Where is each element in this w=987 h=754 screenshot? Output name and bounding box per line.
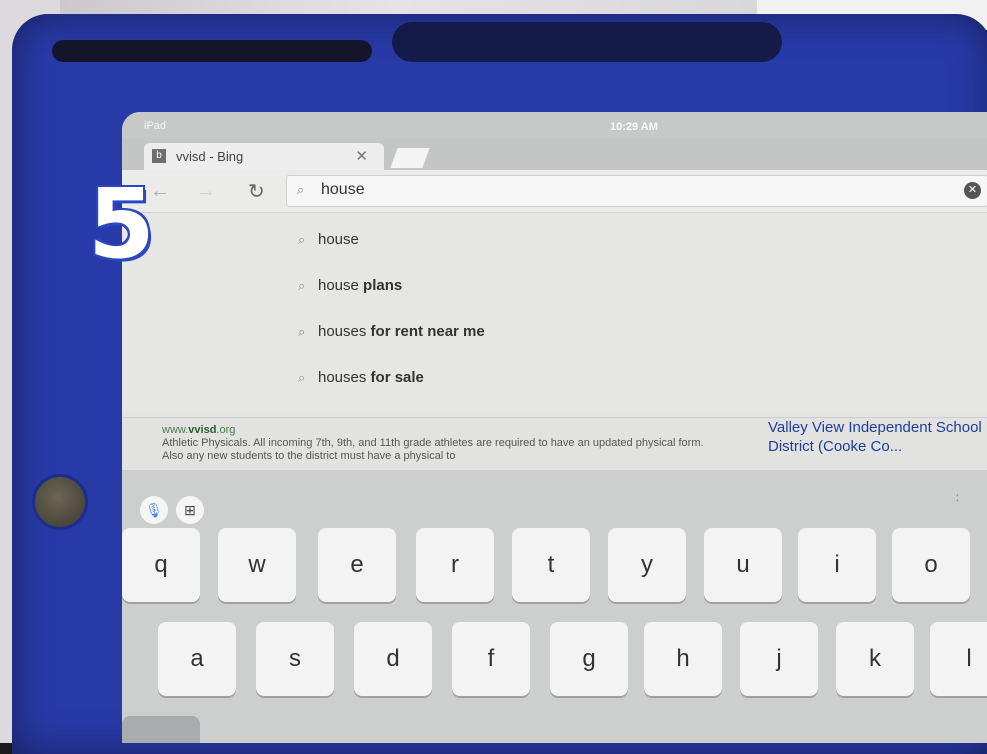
case-strap <box>392 22 782 62</box>
suggestion-bold-text: for rent near me <box>366 323 485 340</box>
search-icon: ⌕ <box>298 324 306 339</box>
key-j[interactable]: j <box>740 622 818 696</box>
suggestion-item[interactable]: ⌕ houses for rent near me <box>298 323 485 353</box>
suggestion-bold-text: for sale <box>366 369 424 386</box>
status-bar: iPad 10:29 AM <box>122 112 987 138</box>
key-a[interactable]: a <box>158 622 236 696</box>
browser-toolbar: ← → ↻ ⌕ ✕ <box>122 170 987 213</box>
suggestion-text: houses <box>318 323 367 340</box>
key-r[interactable]: r <box>416 528 494 602</box>
clear-icon[interactable]: ✕ <box>964 182 981 199</box>
key-shift[interactable] <box>122 716 200 743</box>
key-o[interactable]: o <box>892 528 970 602</box>
tab-title: vvisd - Bing <box>176 149 244 164</box>
suggestion-list: ⌕ house ⌕ house plans ⌕ houses for rent nea… <box>122 213 987 413</box>
key-u[interactable]: u <box>704 528 782 602</box>
case-strap-left <box>52 40 372 62</box>
address-bar[interactable]: ⌕ ✕ <box>286 175 987 207</box>
key-g[interactable]: g <box>550 622 628 696</box>
ipad-screen: iPad 10:29 AM b vvisd - Bing ✕ ← → ↻ ⌕ ✕… <box>122 112 987 743</box>
suggestion-text: house <box>318 231 359 248</box>
search-icon: ⌕ <box>297 182 305 197</box>
home-button[interactable] <box>32 474 88 530</box>
status-time: 10:29 AM <box>610 121 658 133</box>
key-i[interactable]: i <box>798 528 876 602</box>
on-screen-keyboard: 🎙 ⊞ : q w e r t y u i o a s d f g h j k … <box>122 470 987 743</box>
key-l[interactable]: l <box>930 622 987 696</box>
tab-close-icon[interactable]: ✕ <box>355 147 368 165</box>
browser-tab[interactable]: b vvisd - Bing ✕ <box>144 143 384 170</box>
search-result[interactable]: www.vvisd.org Athletic Physicals. All in… <box>122 417 987 470</box>
suggestion-text: houses <box>318 369 367 386</box>
result-url-prefix: www. <box>162 424 189 436</box>
key-f[interactable]: f <box>452 622 530 696</box>
key-e[interactable]: e <box>318 528 396 602</box>
key-s[interactable]: s <box>256 622 334 696</box>
step-number: 5 <box>88 168 155 280</box>
result-snippet: Athletic Physicals. All incoming 7th, 9t… <box>162 437 704 462</box>
scan-icon[interactable]: ⊞ <box>176 496 204 524</box>
forward-arrow-icon[interactable]: → <box>196 180 216 203</box>
suggestion-item[interactable]: ⌕ house plans <box>298 277 402 307</box>
new-tab-button[interactable] <box>390 148 430 168</box>
tab-bar: b vvisd - Bing ✕ <box>122 138 987 170</box>
key-k[interactable]: k <box>836 622 914 696</box>
reload-icon[interactable]: ↻ <box>248 179 265 204</box>
search-icon: ⌕ <box>298 232 306 247</box>
result-url-domain: vvisd <box>188 424 217 436</box>
device-label: iPad <box>144 120 167 132</box>
keyboard-more[interactable]: : <box>956 490 959 504</box>
key-d[interactable]: d <box>354 622 432 696</box>
key-w[interactable]: w <box>218 528 296 602</box>
key-h[interactable]: h <box>644 622 722 696</box>
suggestion-bold-text: plans <box>358 277 403 294</box>
result-url-suffix: .org <box>216 424 236 436</box>
search-input[interactable] <box>321 181 921 199</box>
key-y[interactable]: y <box>608 528 686 602</box>
search-icon: ⌕ <box>298 370 306 385</box>
search-icon: ⌕ <box>298 278 306 293</box>
key-t[interactable]: t <box>512 528 590 602</box>
microphone-icon[interactable]: 🎙 <box>140 496 168 524</box>
result-url: www.vvisd.org <box>162 424 235 436</box>
key-q[interactable]: q <box>122 528 200 602</box>
bing-favicon-icon: b <box>152 149 166 163</box>
result-title-link[interactable]: Valley View Independent School District … <box>768 418 987 456</box>
suggestion-item[interactable]: ⌕ house <box>298 231 359 261</box>
suggestion-item[interactable]: ⌕ houses for sale <box>298 369 424 399</box>
suggestion-text: house <box>318 277 359 294</box>
